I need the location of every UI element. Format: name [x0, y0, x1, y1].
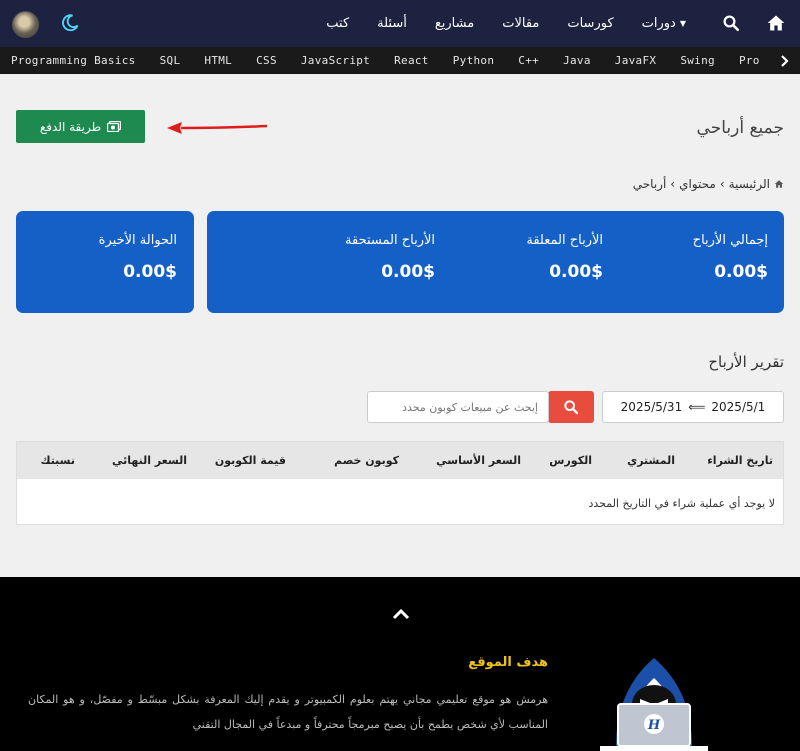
footer-title: هدف الموقع: [468, 655, 548, 670]
category-item[interactable]: Java: [563, 54, 591, 67]
breadcrumb-my-content[interactable]: محتواي: [679, 177, 716, 191]
pending-earnings-value: 0.00$: [549, 262, 603, 282]
red-arrow-annotation: [167, 122, 268, 134]
column-header: قيمة الكوبون: [214, 454, 286, 467]
money-icon: [107, 121, 122, 132]
hacker-mascot-logo: H: [600, 658, 708, 751]
category-item[interactable]: Python: [453, 54, 495, 67]
column-header: الكورس: [549, 454, 592, 467]
category-item[interactable]: Pro: [739, 54, 760, 67]
earnings-report-title: تقرير الأرباح: [708, 353, 784, 371]
menu-item-articles[interactable]: مقالات: [488, 16, 553, 31]
breadcrumb-current: أرباحي: [632, 177, 667, 191]
page-title: جميع أرباحي: [696, 118, 784, 138]
table-header: تاريخ الشراء المشتري الكورس السعر الأساس…: [17, 442, 783, 479]
last-transfer-card: الحوالة الأخيرة 0.00$: [16, 211, 194, 313]
coupon-search-input[interactable]: [367, 391, 549, 423]
date-from: 2025/5/1: [711, 400, 766, 414]
earnings-summary-card: إجمالي الأرباح 0.00$ الأرباح المعلقة 0.0…: [207, 211, 784, 313]
column-header: كوبون خصم: [334, 454, 399, 467]
category-bar: Programming Basics SQL HTML CSS JavaScri…: [0, 47, 800, 74]
total-earnings-value: 0.00$: [714, 262, 768, 282]
payment-method-label: طريقة الدفع: [39, 119, 102, 134]
footer: هدف الموقع هرمش هو موقع تعليمي مجاني يهت…: [0, 577, 800, 751]
chevron-right-icon: [781, 54, 789, 67]
menu-item-courses-dropdown[interactable]: دورات ▼: [628, 16, 700, 31]
date-range-arrow: ⟸: [688, 400, 706, 414]
breadcrumb: الرئيسية › محتواي › أرباحي: [633, 177, 784, 191]
last-transfer-stat: الحوالة الأخيرة 0.00$: [99, 233, 177, 282]
date-to: 2025/5/31: [620, 400, 683, 414]
category-item[interactable]: React: [394, 54, 429, 67]
category-item[interactable]: HTML: [204, 54, 232, 67]
last-transfer-value: 0.00$: [123, 262, 177, 282]
top-navbar: دورات ▼ كورسات مقالات مشاريع أسئلة كتب: [0, 0, 800, 47]
menu-item-books[interactable]: كتب: [312, 16, 363, 31]
category-item[interactable]: SQL: [160, 54, 181, 67]
column-header: نسبتك: [40, 454, 75, 467]
category-list: Programming Basics SQL HTML CSS JavaScri…: [11, 47, 784, 74]
payment-method-button[interactable]: طريقة الدفع: [16, 110, 145, 143]
breadcrumb-home[interactable]: الرئيسية: [729, 177, 770, 191]
column-header: المشتري: [627, 454, 675, 467]
column-header: السعر الأساسي: [436, 454, 521, 467]
column-header: تاريخ الشراء: [707, 454, 773, 467]
home-icon[interactable]: [766, 13, 786, 33]
due-earnings-label: الأرباح المستحقة: [345, 233, 435, 248]
earnings-table: تاريخ الشراء المشتري الكورس السعر الأساس…: [16, 441, 784, 525]
column-header: السعر النهائي: [111, 454, 187, 467]
menu-item-questions[interactable]: أسئلة: [363, 16, 421, 31]
main-menu: دورات ▼ كورسات مقالات مشاريع أسئلة كتب: [312, 0, 700, 47]
due-earnings-stat: الأرباح المستحقة 0.00$: [345, 233, 435, 282]
category-item[interactable]: Swing: [680, 54, 715, 67]
pending-earnings-label: الأرباح المعلقة: [526, 233, 603, 248]
pending-earnings-stat: الأرباح المعلقة 0.00$: [526, 233, 603, 282]
category-item[interactable]: JavaScript: [301, 54, 370, 67]
menu-item-kourses[interactable]: كورسات: [553, 16, 627, 31]
home-icon: [774, 180, 784, 188]
breadcrumb-separator: ›: [670, 177, 676, 191]
search-button[interactable]: [548, 391, 594, 423]
category-scroll-right-button[interactable]: [768, 47, 800, 74]
svg-text:H: H: [647, 718, 661, 733]
dropdown-caret-icon: ▼: [679, 19, 686, 28]
chevron-up-icon[interactable]: [392, 607, 410, 621]
search-icon: [564, 400, 579, 415]
due-earnings-value: 0.00$: [381, 262, 435, 282]
avatar[interactable]: [12, 11, 39, 38]
search-icon[interactable]: [722, 14, 740, 32]
category-item[interactable]: JavaFX: [615, 54, 657, 67]
footer-description: هرمش هو موقع تعليمي مجاني يهتم بعلوم الك…: [28, 693, 548, 731]
category-item[interactable]: CSS: [256, 54, 277, 67]
total-earnings-stat: إجمالي الأرباح 0.00$: [693, 233, 768, 282]
category-item[interactable]: C++: [518, 54, 539, 67]
total-earnings-label: إجمالي الأرباح: [692, 233, 768, 248]
last-transfer-label: الحوالة الأخيرة: [98, 233, 177, 248]
moon-icon[interactable]: [60, 13, 80, 33]
menu-item-projects[interactable]: مشاريع: [421, 16, 488, 31]
breadcrumb-separator: ›: [719, 177, 725, 191]
empty-table-message: لا يوجد أي عملية شراء في التاريخ المحدد: [588, 497, 775, 510]
date-range-picker[interactable]: 2025/5/31 ⟸ 2025/5/1: [602, 391, 784, 423]
category-item[interactable]: Programming Basics: [11, 54, 136, 67]
